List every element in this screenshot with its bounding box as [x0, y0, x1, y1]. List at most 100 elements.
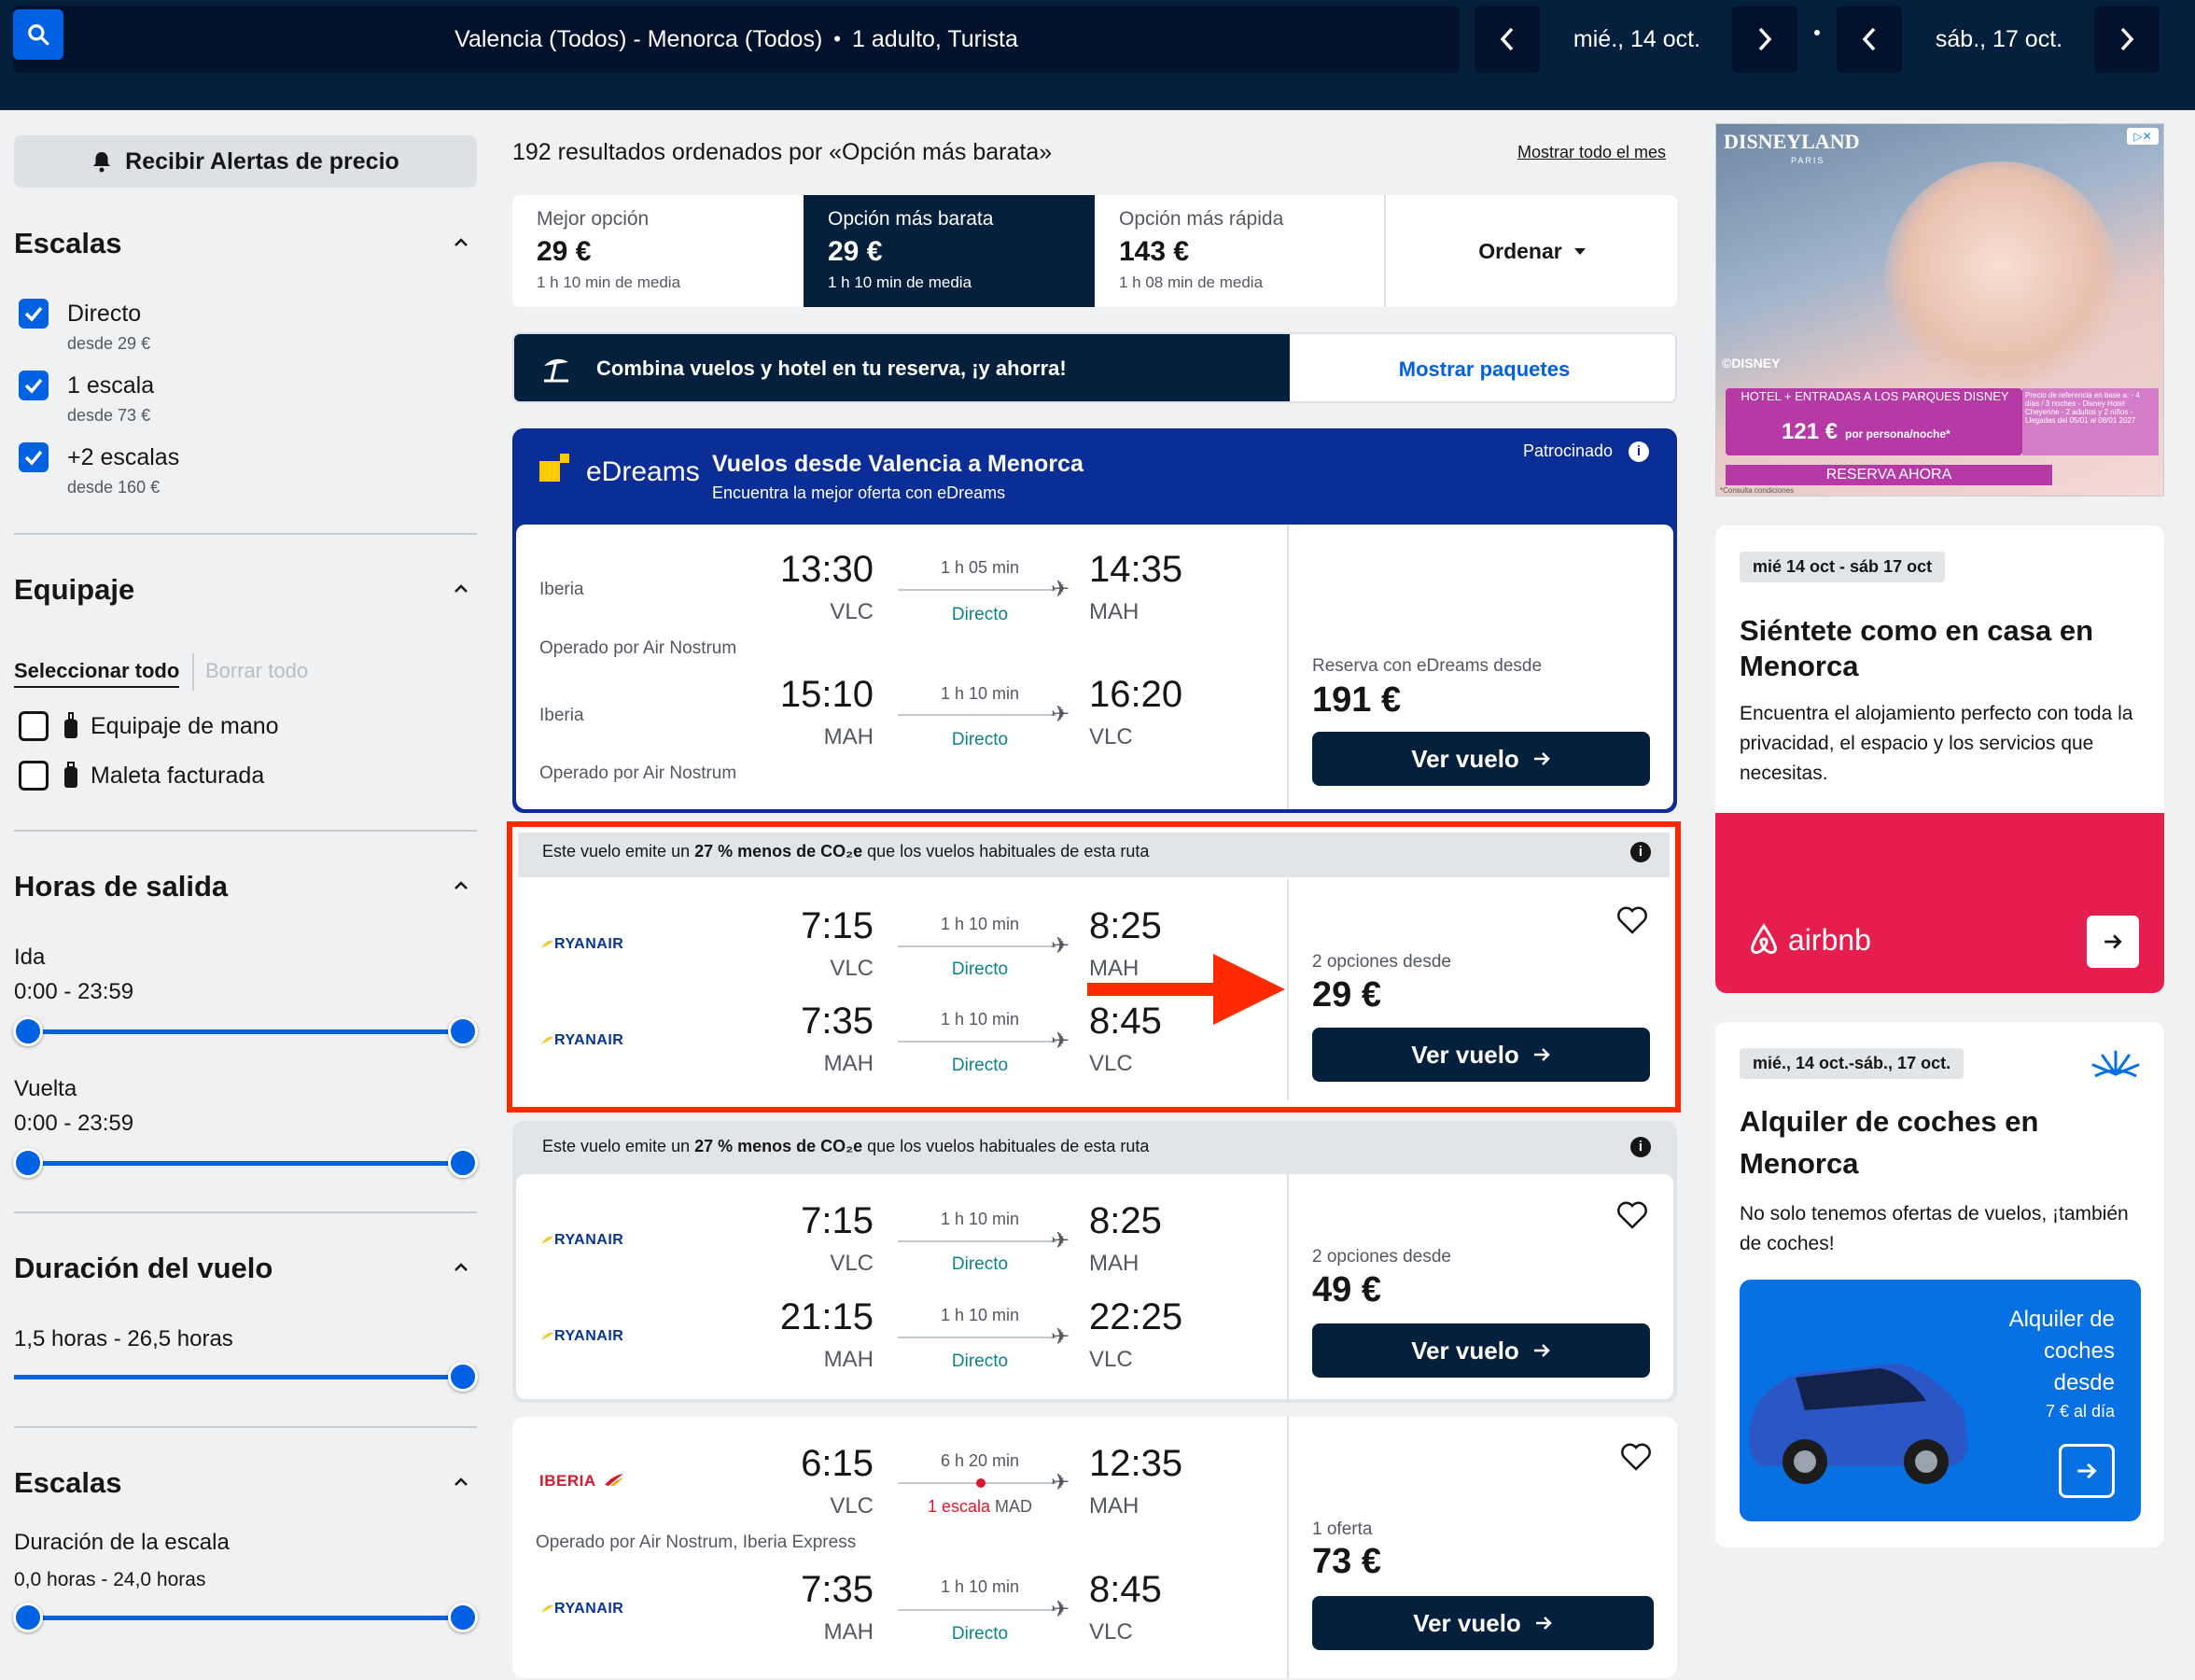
- view-flight-button[interactable]: Ver vuelo: [1312, 1028, 1650, 1082]
- tab-best-duration: 1 h 10 min de media: [537, 273, 681, 291]
- chevron-up-icon[interactable]: [454, 1260, 468, 1275]
- stops-one-checkbox[interactable]: [19, 371, 49, 400]
- divider: [1287, 1174, 1289, 1399]
- return-date[interactable]: sáb., 17 oct.: [1904, 6, 2094, 73]
- tab-cheapest[interactable]: Opción más barata 29 € 1 h 10 min de med…: [804, 195, 1095, 307]
- checked-bag-label: Maleta facturada: [91, 763, 265, 789]
- arrival-airport: MAH: [1089, 599, 1139, 624]
- divider: [1287, 525, 1289, 809]
- view-flight-button[interactable]: Ver vuelo: [1312, 732, 1650, 786]
- info-icon[interactable]: i: [1630, 842, 1651, 862]
- arrival-time: 12:35: [1089, 1443, 1183, 1484]
- tab-fastest[interactable]: Opción más rápida 143 € 1 h 08 min de me…: [1095, 195, 1386, 307]
- disney-price: 121 €: [1782, 419, 1838, 444]
- sunburst-logo-icon: [2091, 1050, 2140, 1078]
- duration-range: 1,5 horas - 26,5 horas: [14, 1326, 233, 1351]
- chevron-left-icon: [1862, 27, 1876, 51]
- return-prev-button[interactable]: [1837, 6, 1902, 73]
- outbound-slider-min-handle[interactable]: [13, 1016, 43, 1046]
- ad-choices-icon[interactable]: ▷✕: [2127, 128, 2159, 145]
- outbound-label: Ida: [14, 945, 46, 970]
- info-icon[interactable]: i: [1630, 1137, 1651, 1157]
- price-alert-button[interactable]: Recibir Alertas de precio: [14, 135, 477, 188]
- duration-slider-handle[interactable]: [448, 1362, 478, 1392]
- view-flight-button[interactable]: Ver vuelo: [1312, 1323, 1650, 1378]
- airbnb-dates-badge: mié 14 oct - sáb 17 oct: [1740, 552, 1946, 582]
- view-flight-button[interactable]: Ver vuelo: [1312, 1596, 1654, 1650]
- duration-filter-title: Duración del vuelo: [14, 1252, 273, 1284]
- route-line: [898, 1240, 1056, 1242]
- annotation-arrow: [1087, 954, 1285, 1025]
- tab-cheapest-duration: 1 h 10 min de media: [828, 273, 972, 291]
- price-label: 2 opciones desde: [1312, 1247, 1451, 1267]
- disney-terms: Precio de referencia en base a: - 4 días…: [2022, 388, 2159, 455]
- flight-duration: 1 h 05 min: [940, 558, 1020, 577]
- divider: [1287, 1417, 1289, 1678]
- search-button[interactable]: [13, 9, 63, 60]
- depart-prev-button[interactable]: [1475, 6, 1540, 73]
- airbnb-arrow-button[interactable]: [2087, 916, 2139, 968]
- plane-icon: ✈: [1051, 1029, 1070, 1054]
- checked-bag-checkbox[interactable]: [19, 761, 49, 791]
- layover-filter-title: Escalas: [14, 1466, 122, 1499]
- stops-two-checkbox[interactable]: [19, 442, 49, 472]
- flight-duration: 1 h 10 min: [940, 684, 1020, 703]
- heart-icon[interactable]: [1620, 1443, 1652, 1471]
- price-label: 2 opciones desde: [1312, 952, 1451, 972]
- show-month-link[interactable]: Mostrar todo el mes: [1517, 143, 1666, 162]
- car-hire-ad[interactable]: mié., 14 oct.-sáb., 17 oct. Alquiler de …: [1715, 1022, 2164, 1547]
- clear-all-link[interactable]: Borrar todo: [205, 659, 308, 683]
- car-arrow-button[interactable]: [2059, 1444, 2115, 1498]
- departure-airport: VLC: [830, 1493, 874, 1519]
- car-body: No solo tenemos ofertas de vuelos, ¡tamb…: [1740, 1203, 2129, 1254]
- departure-time: 15:10: [779, 674, 874, 715]
- layover-duration-range: 0,0 horas - 24,0 horas: [14, 1569, 206, 1590]
- arrow-right-icon: [2077, 1463, 2097, 1479]
- chevron-left-icon: [1500, 27, 1514, 51]
- departure-airport: MAH: [823, 1619, 874, 1645]
- departure-time: 13:30: [779, 549, 874, 590]
- disney-cta-button[interactable]: RESERVA AHORA: [1726, 465, 2052, 485]
- depart-date[interactable]: mié., 14 oct.: [1542, 6, 1732, 73]
- price-label: 1 oferta: [1312, 1519, 1373, 1539]
- stops-label: Directo: [951, 959, 1009, 979]
- return-slider-track[interactable]: [28, 1161, 463, 1166]
- depart-next-button[interactable]: [1732, 6, 1797, 73]
- search-summary-pill[interactable]: Valencia (Todos) - Menorca (Todos) • 1 a…: [13, 6, 1460, 73]
- tab-best[interactable]: Mejor opción 29 € 1 h 10 min de media: [512, 195, 804, 307]
- view-flight-label: Ver vuelo: [1413, 1608, 1521, 1637]
- chevron-up-icon[interactable]: [454, 581, 468, 596]
- airbnb-title: Siéntete como en casa en Menorca: [1740, 614, 2094, 682]
- airline-logo: RYANAIR: [554, 1601, 624, 1617]
- sort-dropdown[interactable]: Ordenar: [1388, 195, 1677, 307]
- info-icon[interactable]: i: [1629, 441, 1649, 462]
- show-packages-button[interactable]: Mostrar paquetes: [1290, 334, 1675, 401]
- layover-slider-min-handle[interactable]: [13, 1603, 43, 1632]
- outbound-slider-track[interactable]: [28, 1029, 463, 1034]
- return-slider-max-handle[interactable]: [448, 1148, 478, 1178]
- carry-on-checkbox[interactable]: [19, 711, 49, 741]
- chevron-up-icon[interactable]: [454, 1475, 468, 1490]
- chevron-up-icon[interactable]: [454, 235, 468, 250]
- check-icon: [24, 450, 43, 466]
- layover-slider-track[interactable]: [28, 1616, 463, 1620]
- disney-ad[interactable]: DISNEYLAND PARIS ▷✕ ©DISNEY HOTEL + ENTR…: [1715, 123, 2164, 497]
- chevron-up-icon[interactable]: [454, 878, 468, 893]
- operated-by: Operado por Air Nostrum: [539, 638, 737, 658]
- return-next-button[interactable]: [2094, 6, 2160, 73]
- layover-slider-max-handle[interactable]: [448, 1603, 478, 1632]
- select-all-link[interactable]: Seleccionar todo: [14, 659, 180, 688]
- return-label: Vuelta: [14, 1076, 77, 1101]
- departure-airport: MAH: [823, 1051, 874, 1076]
- stops-direct-checkbox[interactable]: [19, 299, 49, 329]
- outbound-slider-max-handle[interactable]: [448, 1016, 478, 1046]
- plane-icon: ✈: [1051, 1470, 1070, 1495]
- heart-icon[interactable]: [1616, 1201, 1648, 1229]
- flight-duration: 6 h 20 min: [940, 1451, 1020, 1470]
- airbnb-ad[interactable]: mié 14 oct - sáb 17 oct Siéntete como en…: [1715, 525, 2164, 993]
- duration-slider-track[interactable]: [14, 1375, 463, 1379]
- arrival-airport: VLC: [1089, 1347, 1133, 1372]
- price: 191 €: [1312, 680, 1402, 720]
- heart-icon[interactable]: [1616, 906, 1648, 934]
- return-slider-min-handle[interactable]: [13, 1148, 43, 1178]
